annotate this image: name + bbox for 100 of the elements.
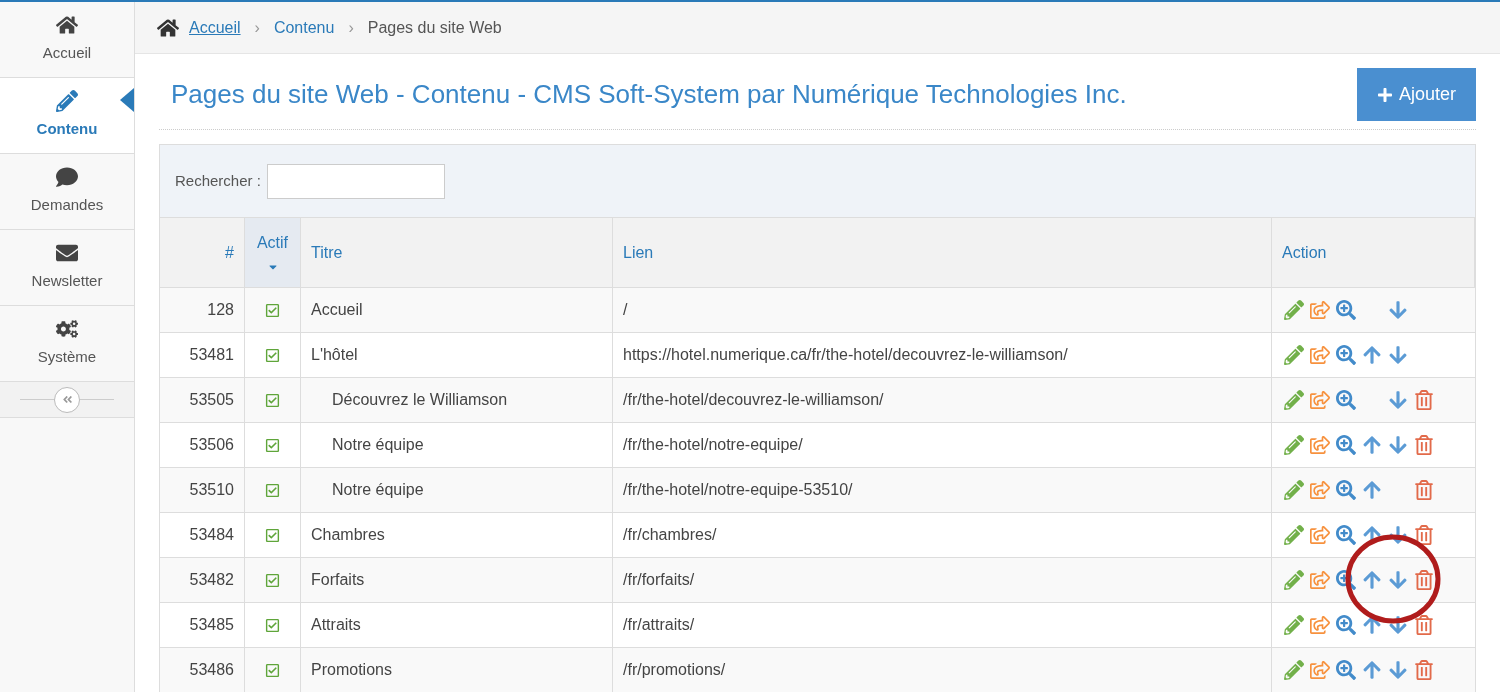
table-cell: /fr/the-hotel/decouvrez-le-williamson/ [613,378,1272,422]
zoom-in-icon[interactable] [1336,525,1356,545]
breadcrumb-link[interactable]: Accueil [189,15,241,40]
delete-icon[interactable] [1414,570,1434,590]
share-icon[interactable] [1310,615,1330,635]
zoom-in-icon[interactable] [1336,660,1356,680]
table-cell-text: Notre équipe [331,435,424,455]
checkbox-checked-icon[interactable] [265,347,280,363]
down-arrow-icon[interactable] [1388,435,1408,455]
checkbox-checked-icon[interactable] [265,437,280,453]
edit-icon[interactable] [1284,480,1304,500]
table-cell-text: Forfaits [311,570,365,590]
up-arrow-icon[interactable] [1362,345,1382,365]
active-indicator [120,88,134,112]
edit-icon[interactable] [1284,570,1304,590]
zoom-in-icon[interactable] [1336,345,1356,365]
checkbox-checked-icon[interactable] [265,572,280,588]
checkbox-checked-icon[interactable] [265,617,280,633]
collapse-button[interactable] [54,386,80,413]
table-cell: /fr/the-hotel/notre-equipe-53510/ [613,468,1272,512]
breadcrumb-separator: › [347,17,355,38]
delete-icon[interactable] [1414,525,1434,545]
table-cell: 53484 [160,513,245,557]
delete-icon[interactable] [1414,435,1434,455]
share-icon[interactable] [1310,480,1330,500]
table-cell-text: L'hôtel [311,345,358,365]
sidebar-item[interactable]: Contenu [0,78,134,154]
table-cell-text: Chambres [311,525,385,545]
share-icon[interactable] [1310,570,1330,590]
home-icon [157,17,179,38]
plus-icon [1376,86,1393,103]
checkbox-checked-icon[interactable] [265,662,280,678]
table-cell-text: Promotions [311,660,392,680]
gears-icon [56,318,78,341]
speech-bubble-icon [56,166,78,189]
table-cell: 53505 [160,378,245,422]
up-arrow-icon[interactable] [1362,435,1382,455]
pencil-icon [56,90,78,113]
table-cell-text: Attraits [311,615,361,635]
search-field[interactable] [266,163,445,199]
edit-icon[interactable] [1284,300,1304,320]
sidebar-item[interactable]: Newsletter [0,230,134,306]
page-title: Pages du site Web - Contenu - CMS Soft-System par Numérique Technologies Inc. [170,78,1127,111]
table-cell: /fr/attraits/ [613,603,1272,647]
checkbox-checked-icon[interactable] [265,302,280,318]
column-header[interactable]: Titre [301,218,613,287]
zoom-in-icon[interactable] [1336,435,1356,455]
table-cell: 128 [160,288,245,332]
share-icon[interactable] [1310,435,1330,455]
sidebar-item[interactable]: Demandes [0,154,134,230]
breadcrumb-link[interactable]: Contenu [273,15,335,40]
table-cell: /fr/forfaits/ [613,558,1272,602]
table-cell: 53506 [160,423,245,467]
table-cell-text: Accueil [311,300,363,320]
add-button[interactable]: Ajouter [1356,68,1476,121]
edit-icon[interactable] [1284,345,1304,365]
table-cell: 53485 [160,603,245,647]
checkbox-checked-icon[interactable] [265,482,280,498]
column-header[interactable]: Action [1272,218,1475,287]
checkbox-checked-icon[interactable] [265,392,280,408]
breadcrumb-current: Pages du site Web [367,17,502,38]
checkbox-checked-icon[interactable] [265,527,280,543]
edit-icon[interactable] [1284,660,1304,680]
table-cell: /fr/the-hotel/notre-equipe/ [613,423,1272,467]
home-icon [56,14,78,37]
share-icon[interactable] [1310,525,1330,545]
share-icon[interactable] [1310,660,1330,680]
zoom-in-icon[interactable] [1336,300,1356,320]
table-cell: / [613,288,1272,332]
down-arrow-icon[interactable] [1388,345,1408,365]
edit-icon[interactable] [1284,525,1304,545]
share-icon[interactable] [1310,390,1330,410]
up-arrow-icon[interactable] [1362,615,1382,635]
table-cell: https://hotel.numerique.ca/fr/the-hotel/decouvrez-le-williamson/ [613,333,1272,377]
edit-icon[interactable] [1284,390,1304,410]
breadcrumb-separator: › [253,17,261,38]
double-chevron-left-icon [61,394,73,405]
delete-icon[interactable] [1414,615,1434,635]
delete-icon[interactable] [1414,390,1434,410]
column-header[interactable]: Actif [245,218,301,287]
zoom-in-icon[interactable] [1336,480,1356,500]
zoom-in-icon[interactable] [1336,615,1356,635]
share-icon[interactable] [1310,345,1330,365]
down-arrow-icon[interactable] [1388,525,1408,545]
table-cell: /fr/promotions/ [613,648,1272,692]
column-header[interactable]: Lien [613,218,1272,287]
table-cell: 53510 [160,468,245,512]
zoom-in-icon[interactable] [1336,390,1356,410]
table-cell: 53481 [160,333,245,377]
table-cell: 53486 [160,648,245,692]
delete-icon[interactable] [1414,480,1434,500]
delete-icon[interactable] [1414,660,1434,680]
edit-icon[interactable] [1284,615,1304,635]
share-icon[interactable] [1310,300,1330,320]
table-cell-text: Découvrez le Williamson [331,390,508,410]
table-cell: 53482 [160,558,245,602]
edit-icon[interactable] [1284,435,1304,455]
down-arrow-icon[interactable] [1388,615,1408,635]
zoom-in-icon[interactable] [1336,570,1356,590]
search-label: Rechercher : [175,170,261,191]
